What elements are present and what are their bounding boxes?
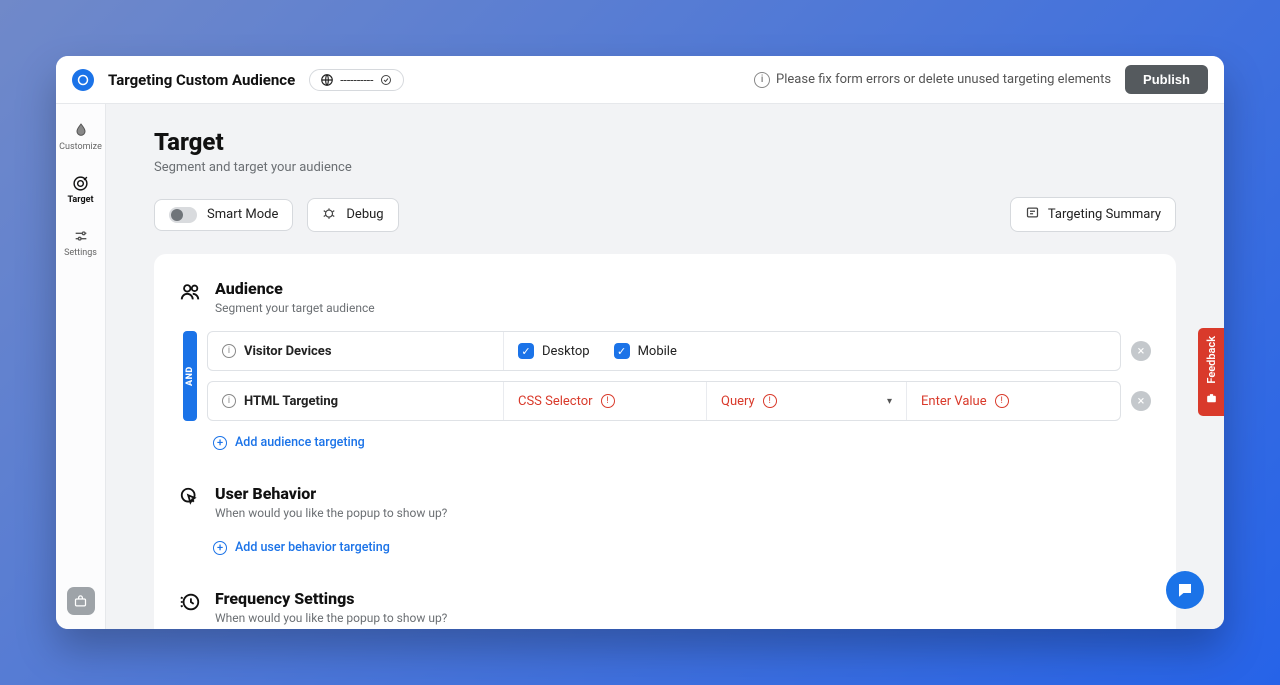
rule-value-input[interactable]: Enter Value ! (907, 382, 1120, 420)
error-icon: ! (763, 394, 777, 408)
check-circle-icon (379, 73, 393, 87)
debug-button[interactable]: Debug (307, 198, 398, 232)
publish-button[interactable]: Publish (1125, 65, 1208, 94)
rule-css-selector-cell[interactable]: CSS Selector ! (504, 382, 707, 420)
main-content: Target Segment and target your audience … (106, 104, 1224, 629)
audience-section-head: Audience Segment your target audience (179, 279, 1151, 315)
frequency-title: Frequency Settings (215, 589, 447, 608)
plus-circle-icon: + (213, 541, 227, 555)
sidebar-item-target[interactable]: Target (58, 167, 104, 212)
status-chip[interactable]: ---------- (309, 69, 404, 91)
info-icon[interactable]: i (222, 344, 236, 358)
css-selector-placeholder: CSS Selector (518, 394, 593, 409)
list-icon (1025, 205, 1040, 224)
smart-mode-toggle[interactable]: Smart Mode (154, 199, 293, 231)
topbar: Targeting Custom Audience ---------- i P… (56, 56, 1224, 104)
checkbox-mobile[interactable]: ✓ (614, 343, 630, 359)
controls-row: Smart Mode Debug Targeting Summary (154, 197, 1176, 232)
plus-circle-icon: + (213, 436, 227, 450)
briefcase-button[interactable] (67, 587, 95, 615)
sidebar-item-label: Target (68, 195, 94, 205)
add-audience-targeting-link[interactable]: + Add audience targeting (213, 435, 1151, 450)
rule-label-cell: i Visitor Devices (208, 332, 504, 370)
info-icon[interactable]: i (222, 394, 236, 408)
rule-label: Visitor Devices (244, 344, 332, 359)
behavior-section-head: User Behavior When would you like the po… (179, 484, 1151, 520)
smart-mode-label: Smart Mode (207, 207, 278, 222)
add-behavior-targeting-link[interactable]: + Add user behavior targeting (213, 540, 1151, 555)
error-icon: ! (601, 394, 615, 408)
rule-query-select[interactable]: Query ! ▾ (707, 382, 907, 420)
sidebar-item-settings[interactable]: Settings (58, 220, 104, 265)
audience-title: Audience (215, 279, 375, 298)
logic-connector: AND (183, 331, 197, 421)
rule-label: HTML Targeting (244, 394, 338, 409)
toggle-switch[interactable] (169, 207, 197, 223)
delete-rule-button[interactable]: × (1131, 391, 1151, 411)
warning-icon: i (754, 72, 770, 88)
behavior-title: User Behavior (215, 484, 447, 503)
page-title: Target (154, 128, 1176, 156)
add-audience-label: Add audience targeting (235, 435, 365, 450)
sidebar: Customize Target Settings (56, 104, 106, 629)
checkbox-label: Desktop (542, 344, 590, 359)
error-icon: ! (995, 394, 1009, 408)
screenshot-icon (1205, 392, 1218, 408)
feedback-tab[interactable]: Feedback (1198, 328, 1224, 416)
behavior-subtitle: When would you like the popup to show up… (215, 506, 447, 520)
chat-fab[interactable] (1166, 571, 1204, 609)
rule-options-cell: ✓ Desktop ✓ Mobile (504, 332, 1120, 370)
history-icon (179, 591, 201, 613)
error-message: Please fix form errors or delete unused … (776, 72, 1111, 87)
rule-row-html-targeting: i HTML Targeting CSS Selector ! Query ! (207, 381, 1151, 421)
audience-subtitle: Segment your target audience (215, 301, 375, 315)
rule-row-visitor-devices: i Visitor Devices ✓ Desktop ✓ (207, 331, 1151, 371)
checkbox-desktop[interactable]: ✓ (518, 343, 534, 359)
sidebar-item-customize[interactable]: Customize (58, 114, 104, 159)
debug-label: Debug (346, 207, 383, 222)
cursor-click-icon (179, 486, 201, 508)
people-icon (179, 281, 201, 303)
checkbox-label: Mobile (638, 344, 677, 359)
add-behavior-label: Add user behavior targeting (235, 540, 390, 555)
bug-icon (322, 206, 336, 224)
app-logo (72, 69, 94, 91)
droplet-icon (72, 121, 90, 139)
value-placeholder: Enter Value (921, 394, 987, 409)
rule-label-cell: i HTML Targeting (208, 382, 504, 420)
delete-rule-button[interactable]: × (1131, 341, 1151, 361)
sliders-icon (72, 227, 90, 245)
page-subtitle: Segment and target your audience (154, 160, 1176, 175)
frequency-section-head: Frequency Settings When would you like t… (179, 589, 1151, 625)
targeting-summary-button[interactable]: Targeting Summary (1010, 197, 1176, 232)
globe-icon (320, 73, 334, 87)
sidebar-item-label: Settings (64, 248, 97, 258)
error-banner: i Please fix form errors or delete unuse… (754, 72, 1111, 88)
page-header-title: Targeting Custom Audience (108, 71, 295, 89)
sidebar-item-label: Customize (59, 142, 102, 152)
audience-rules: AND i Visitor Devices ✓ (183, 331, 1151, 421)
frequency-subtitle: When would you like the popup to show up… (215, 611, 447, 625)
chevron-down-icon: ▾ (887, 396, 892, 407)
target-icon (72, 174, 90, 192)
feedback-label: Feedback (1205, 336, 1218, 384)
query-placeholder: Query (721, 394, 755, 409)
summary-label: Targeting Summary (1048, 207, 1161, 222)
status-chip-text: ---------- (340, 73, 373, 87)
target-card: Audience Segment your target audience AN… (154, 254, 1176, 629)
